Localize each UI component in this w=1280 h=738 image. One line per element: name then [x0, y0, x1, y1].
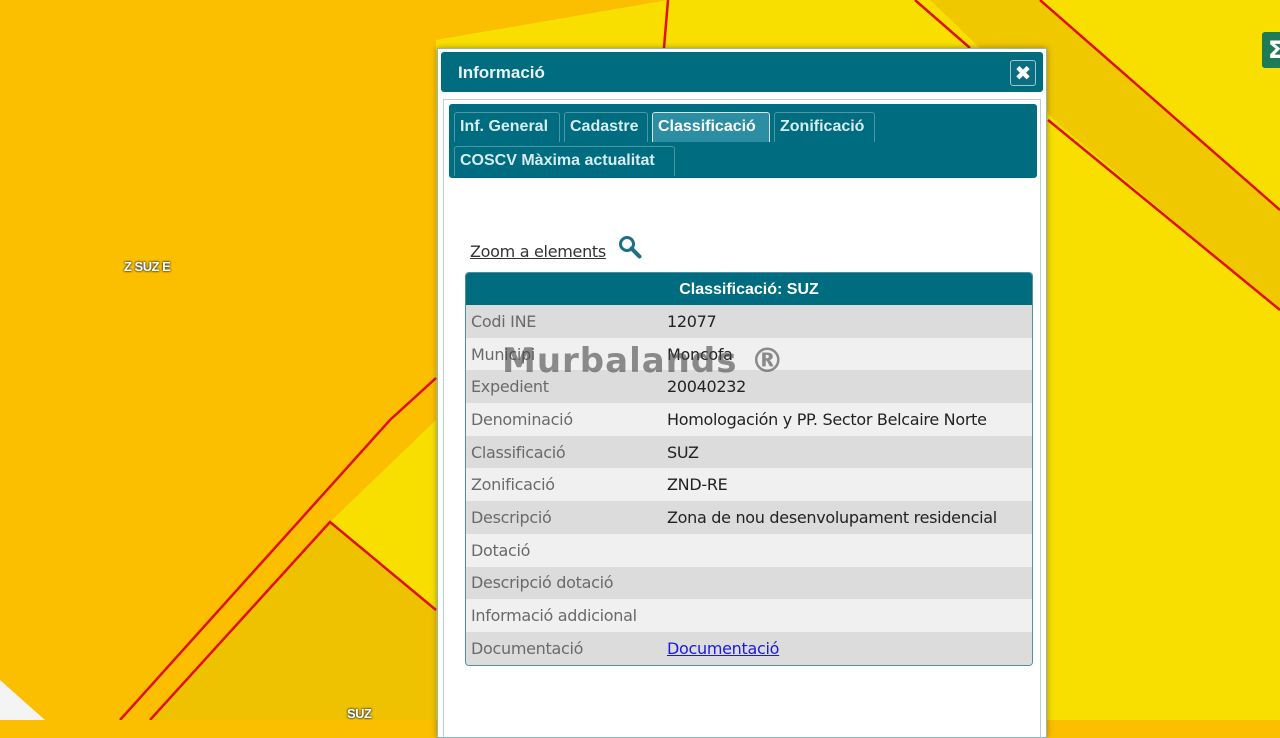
- tab-inf-general[interactable]: Inf. General: [454, 112, 560, 142]
- row-key: Classificació: [471, 442, 566, 462]
- row-value: Zona de nou desenvolupament residencial: [667, 507, 997, 527]
- dialog-title: Informació: [458, 63, 545, 82]
- row-key: Codi INE: [471, 311, 537, 331]
- row-value: 20040232: [667, 377, 747, 397]
- tab-classificacio[interactable]: Classificació: [652, 112, 770, 142]
- row-key: Denominació: [471, 409, 573, 429]
- table-row: Zonificació ZND-RE: [466, 468, 1032, 502]
- table-row: Codi INE 12077: [466, 305, 1032, 338]
- table-row: Documentació Documentació: [466, 631, 1032, 665]
- table-title: Classificació: SUZ: [466, 273, 1032, 305]
- dialog-header[interactable]: Informació ✖: [441, 52, 1043, 92]
- row-key: Informació addicional: [471, 606, 637, 626]
- table-row: Municipi Moncofa: [466, 337, 1032, 371]
- dialog-body: Inf. General Cadastre Classificació Zoni…: [443, 99, 1041, 737]
- table-row: Dotació: [466, 533, 1032, 567]
- row-key: Descripció dotació: [471, 573, 614, 593]
- tab-zonificacio[interactable]: Zonificació: [774, 112, 875, 142]
- row-value: SUZ: [667, 442, 699, 462]
- row-value: Moncofa: [667, 344, 733, 364]
- row-key: Zonificació: [471, 475, 555, 495]
- zoom-to-elements-link[interactable]: Zoom a elements: [470, 242, 606, 261]
- info-dialog: Informació ✖ Inf. General Cadastre Class…: [437, 48, 1047, 738]
- table-row: Descripció Zona de nou desenvolupament re…: [466, 501, 1032, 534]
- sigma-icon[interactable]: Σ: [1262, 32, 1280, 68]
- documentacio-link[interactable]: Documentació: [667, 639, 779, 658]
- row-value: Documentació: [667, 639, 779, 658]
- table-row: Expedient 20040232: [466, 370, 1032, 404]
- row-key: Documentació: [471, 638, 584, 658]
- row-key: Expedient: [471, 377, 549, 397]
- row-key: Dotació: [471, 540, 531, 560]
- close-button[interactable]: ✖: [1010, 60, 1036, 86]
- classification-table: Classificació: SUZ Codi INE 12077 Municipi…: [465, 272, 1033, 666]
- row-key: Descripció: [471, 507, 552, 527]
- tab-bar: Inf. General Cadastre Classificació Zoni…: [449, 104, 1037, 178]
- row-value: ZND-RE: [667, 475, 728, 495]
- magnifier-icon[interactable]: [618, 235, 642, 259]
- tab-coscv[interactable]: COSCV Màxima actualitat: [454, 146, 675, 176]
- row-value: 12077: [667, 311, 717, 331]
- table-row: Denominació Homologación y PP. Sector Bel…: [466, 403, 1032, 436]
- table-row: Descripció dotació: [466, 566, 1032, 600]
- table-row: Informació addicional: [466, 599, 1032, 632]
- map-label-suz: Z SUZ E: [124, 259, 171, 274]
- map-label-suz: SUZ: [347, 706, 372, 721]
- tab-cadastre[interactable]: Cadastre: [564, 112, 648, 142]
- row-value: Homologación y PP. Sector Belcaire Norte: [667, 409, 987, 429]
- row-key: Municipi: [471, 344, 535, 364]
- table-row: Classificació SUZ: [466, 435, 1032, 469]
